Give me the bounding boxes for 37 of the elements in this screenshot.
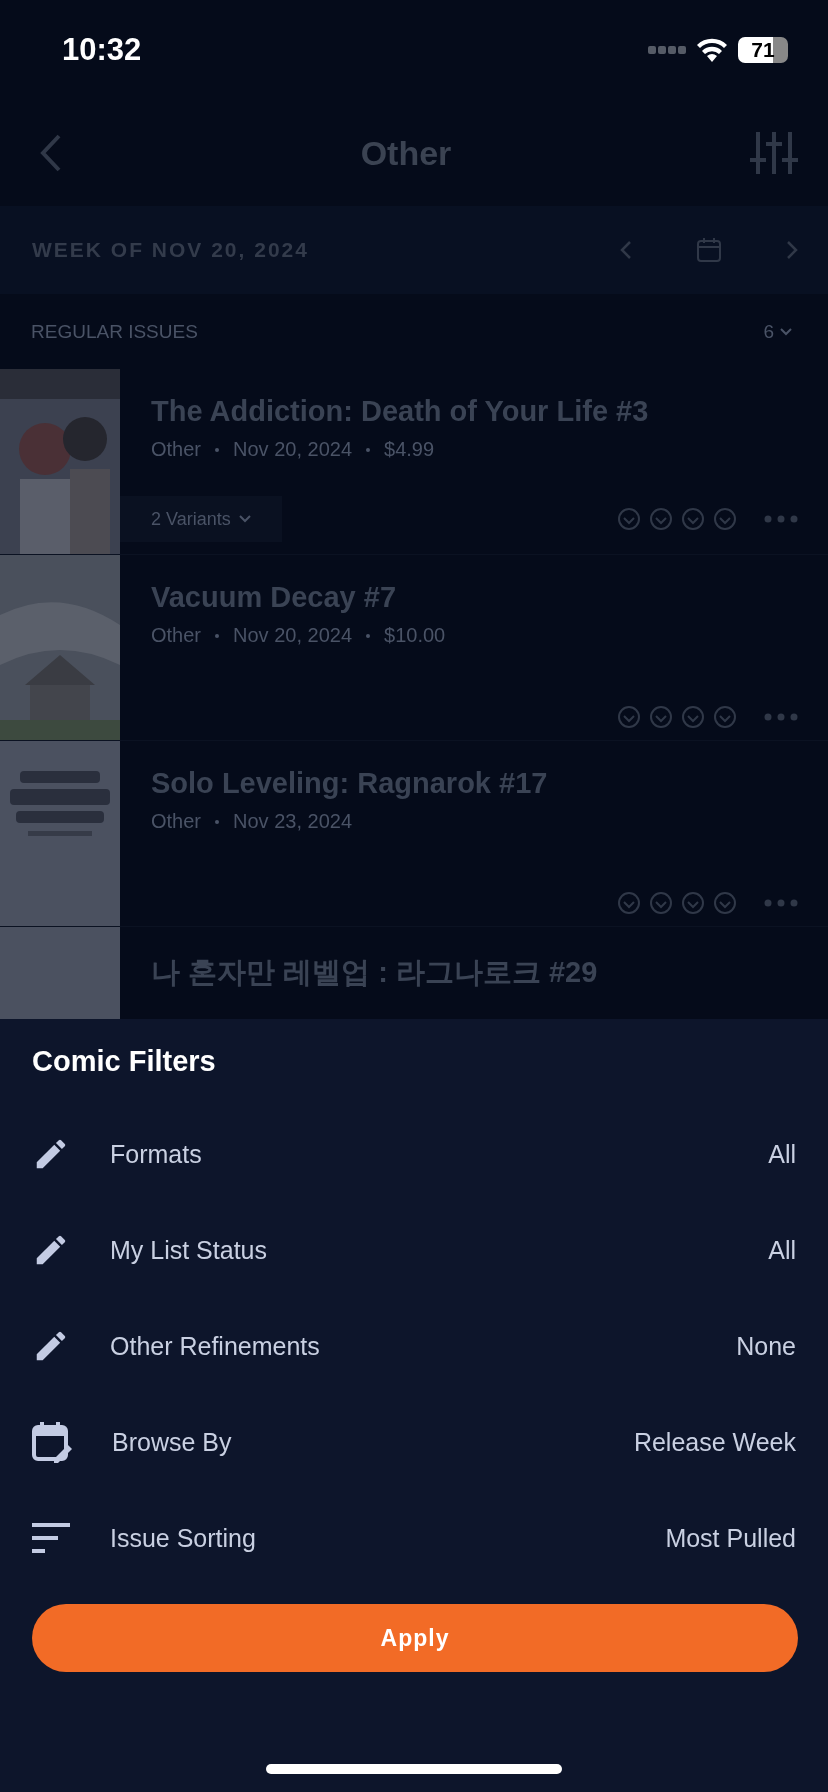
filter-label[interactable]: Formats	[110, 1139, 769, 1169]
issue-publisher: Other	[151, 810, 202, 833]
sliders-icon[interactable]	[750, 132, 798, 174]
signal-icon	[648, 46, 686, 54]
filter-value[interactable]: Most Pulled	[665, 1523, 796, 1553]
page-title: Other	[360, 133, 452, 173]
issue-publisher: Other	[151, 624, 202, 647]
more-icon[interactable]	[764, 899, 798, 907]
filter-value[interactable]: None	[736, 1331, 796, 1361]
sort-icon	[32, 1523, 70, 1553]
wifi-icon	[696, 38, 728, 62]
filter-label[interactable]: Issue Sorting	[110, 1523, 666, 1553]
back-icon[interactable]	[40, 134, 62, 172]
chevron-down-icon	[780, 327, 792, 336]
more-icon[interactable]	[764, 515, 798, 523]
calendar-icon[interactable]	[696, 237, 722, 263]
battery-level: 71	[738, 37, 788, 63]
sheet-title: Comic Filters	[32, 1045, 217, 1078]
more-icon[interactable]	[764, 713, 798, 721]
section-title: REGULAR ISSUES	[31, 320, 198, 343]
filter-value[interactable]: All	[768, 1139, 796, 1169]
filter-label[interactable]: Other Refinements	[110, 1331, 737, 1361]
filter-value[interactable]: Release Week	[633, 1427, 796, 1457]
filter-value[interactable]: All	[768, 1235, 796, 1265]
chevron-down-icon	[238, 515, 251, 523]
issue-publisher: Other	[151, 438, 202, 461]
calendar-edit-icon	[32, 1421, 72, 1463]
filter-label[interactable]: Browse By	[112, 1427, 634, 1457]
issue-date: Nov 20, 2024	[233, 438, 352, 461]
chevron-right-icon[interactable]	[786, 240, 798, 260]
filter-label[interactable]: My List Status	[110, 1235, 769, 1265]
issue-date: Nov 23, 2024	[233, 810, 352, 833]
status-time: 10:32	[62, 32, 142, 68]
chevron-left-icon[interactable]	[620, 240, 632, 260]
issue-price: $4.99	[384, 438, 435, 461]
issue-date: Nov 20, 2024	[233, 624, 352, 647]
issue-price: $10.00	[384, 624, 446, 647]
